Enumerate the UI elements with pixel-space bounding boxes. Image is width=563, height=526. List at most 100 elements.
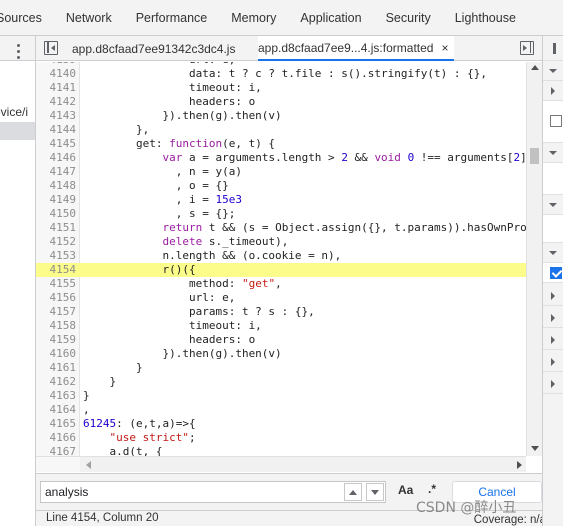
line-number[interactable]: 4160 (36, 347, 79, 361)
code-line[interactable]: 4149 , i = 15e3 (36, 193, 526, 207)
code-line[interactable]: 4160 }).then(g).then(v) (36, 347, 526, 361)
scroll-up-icon[interactable] (531, 65, 539, 70)
code-line[interactable]: 4161 } (36, 361, 526, 375)
code-line[interactable]: 4158 timeout: i, (36, 319, 526, 333)
code-line[interactable]: 4165 61245: (e,t,a)=>{ (36, 417, 526, 431)
line-number[interactable]: 4144 (36, 123, 79, 137)
line-number[interactable]: 4148 (36, 179, 79, 193)
line-number[interactable]: 4154 (36, 263, 79, 277)
code-line[interactable]: 4166 "use strict"; (36, 431, 526, 445)
line-number[interactable]: 4162 (36, 375, 79, 389)
section-header[interactable] (543, 195, 563, 215)
code-line[interactable]: 4146 var a = arguments.length > 2 && voi… (36, 151, 541, 165)
code-text: }).then(g).then(v) (83, 347, 282, 360)
navigator-item[interactable]: evice/i (0, 105, 28, 119)
line-number[interactable]: 4150 (36, 207, 79, 221)
line-number[interactable]: 4140 (36, 67, 79, 81)
code-line[interactable]: 4150 , s = {}; (36, 207, 526, 221)
section-header[interactable] (543, 61, 563, 81)
line-number[interactable]: 4151 (36, 221, 79, 235)
line-number[interactable]: 4166 (36, 431, 79, 445)
code-line[interactable]: 4153 n.length && (o.cookie = n), (36, 249, 526, 263)
tab-label: Performance (135, 10, 208, 25)
line-number[interactable]: 4153 (36, 249, 79, 263)
line-number[interactable]: 4164 (36, 403, 79, 417)
tab-memory[interactable]: Memory (219, 0, 288, 35)
code-line[interactable]: 4145 get: function(e, t) { (36, 137, 526, 151)
toggle-debugger-icon[interactable] (520, 41, 534, 55)
line-number[interactable]: 4167 (36, 445, 79, 456)
section-header[interactable] (543, 143, 563, 163)
code-line[interactable]: 4162 } (36, 375, 526, 389)
scroll-right-icon[interactable] (517, 461, 522, 469)
line-number[interactable]: 4156 (36, 291, 79, 305)
next-match-button[interactable] (366, 483, 384, 501)
tab-sources[interactable]: Sources (0, 0, 54, 35)
code-line[interactable]: 4163} (36, 389, 526, 403)
horizontal-scrollbar[interactable] (80, 456, 526, 472)
code-line[interactable]: 4147 , n = y(a) (36, 165, 526, 179)
collapse-arrow-icon (551, 292, 555, 300)
code-line[interactable]: 4167 a.d(t, { (36, 445, 526, 456)
code-line[interactable]: 4152 delete s._timeout), (36, 235, 526, 249)
tab-application[interactable]: Application (288, 0, 373, 35)
code-line[interactable]: 4159 headers: o (36, 333, 526, 347)
tab-lighthouse[interactable]: Lighthouse (443, 0, 528, 35)
file-tab[interactable]: app.d8cfaad7ee91342c3dc4.js (72, 36, 235, 61)
search-input[interactable] (40, 481, 386, 503)
line-number[interactable]: 4146 (36, 151, 79, 165)
scroll-down-icon[interactable] (531, 446, 539, 451)
previous-match-button[interactable] (344, 483, 362, 501)
match-case-button[interactable]: Aa (398, 483, 413, 497)
checkbox[interactable] (550, 115, 562, 127)
section-header[interactable] (543, 243, 563, 263)
checkbox-checked[interactable] (550, 267, 562, 279)
section-header[interactable] (543, 81, 563, 101)
code-line[interactable]: 4141 timeout: i, (36, 81, 526, 95)
line-number[interactable]: 4145 (36, 137, 79, 151)
line-number[interactable]: 4155 (36, 277, 79, 291)
vertical-scrollbar[interactable] (526, 62, 542, 456)
code-line[interactable]: 4151 return t && (s = Object.assign({}, … (36, 221, 534, 235)
code-editor[interactable]: 4139 url: e,4140 data: t ? c ? t.file : … (36, 62, 542, 456)
pause-icon[interactable] (553, 43, 556, 54)
line-number[interactable]: 4157 (36, 305, 79, 319)
section-header[interactable] (543, 352, 563, 372)
toggle-navigator-icon[interactable] (44, 41, 58, 55)
more-options-icon[interactable] (12, 40, 24, 62)
line-number[interactable]: 4141 (36, 81, 79, 95)
navigator-selected-row[interactable] (0, 122, 35, 140)
code-line[interactable]: 4140 data: t ? c ? t.file : s().stringif… (36, 67, 526, 81)
line-number[interactable]: 4158 (36, 319, 79, 333)
code-line[interactable]: 4142 headers: o (36, 95, 526, 109)
scroll-left-icon[interactable] (86, 461, 91, 469)
tab-security[interactable]: Security (374, 0, 443, 35)
section-header[interactable] (543, 308, 563, 328)
section-header[interactable] (543, 374, 563, 394)
tab-network[interactable]: Network (54, 0, 124, 35)
code-line[interactable]: 4155 method: "get", (36, 277, 526, 291)
code-line[interactable]: 4157 params: t ? s : {}, (36, 305, 526, 319)
line-number[interactable]: 4143 (36, 109, 79, 123)
close-tab-icon[interactable]: × (441, 41, 448, 55)
line-number[interactable]: 4152 (36, 235, 79, 249)
line-number[interactable]: 4149 (36, 193, 79, 207)
regex-button[interactable]: .* (428, 482, 436, 496)
section-header[interactable] (543, 286, 563, 306)
tab-performance[interactable]: Performance (124, 0, 220, 35)
file-tab-active[interactable]: app.d8cfaad7ee9...4.js:formatted × (258, 36, 455, 61)
line-number[interactable]: 4165 (36, 417, 79, 431)
code-line[interactable]: 4143 }).then(g).then(v) (36, 109, 526, 123)
code-line[interactable]: 4148 , o = {} (36, 179, 526, 193)
line-number[interactable]: 4147 (36, 165, 79, 179)
line-number[interactable]: 4161 (36, 361, 79, 375)
scrollbar-thumb[interactable] (530, 148, 539, 164)
section-header[interactable] (543, 330, 563, 350)
line-number[interactable]: 4159 (36, 333, 79, 347)
code-line[interactable]: 4154 r()({ (36, 263, 526, 277)
code-line[interactable]: 4144 }, (36, 123, 526, 137)
code-line[interactable]: 4156 url: e, (36, 291, 526, 305)
line-number[interactable]: 4163 (36, 389, 79, 403)
line-number[interactable]: 4142 (36, 95, 79, 109)
code-line[interactable]: 4164, (36, 403, 526, 417)
